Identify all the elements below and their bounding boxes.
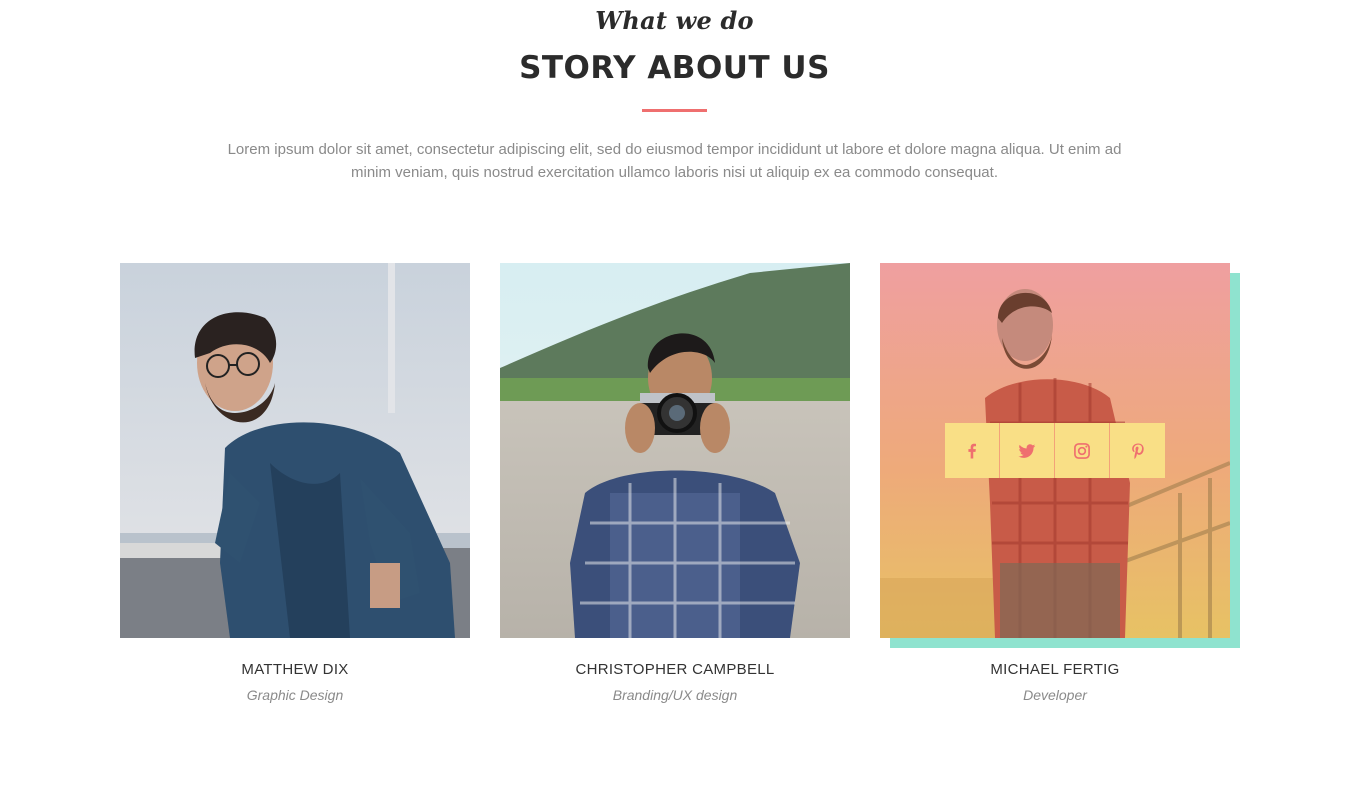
pinterest-icon: [1131, 443, 1144, 459]
pinterest-button[interactable]: [1110, 423, 1165, 478]
team-member-photo[interactable]: [500, 263, 850, 638]
team-card[interactable]: CHRISTOPHER CAMPBELL Branding/UX design: [500, 263, 850, 703]
team-photo-wrap: [120, 263, 470, 638]
team-member-photo[interactable]: [120, 263, 470, 638]
facebook-icon: [968, 443, 976, 458]
section-title: STORY ABOUT US: [519, 50, 830, 86]
team-photo-wrap: [880, 263, 1240, 648]
twitter-button[interactable]: [1000, 423, 1055, 478]
team-member-name: MICHAEL FERTIG: [990, 661, 1120, 678]
twitter-icon: [1018, 443, 1036, 458]
team-member-role: Branding/UX design: [612, 687, 738, 703]
team-card[interactable]: MATTHEW DIX Graphic Design: [120, 263, 470, 703]
section-eyebrow: What we do: [595, 6, 754, 35]
social-links: [945, 423, 1165, 478]
instagram-button[interactable]: [1055, 423, 1110, 478]
title-divider: [642, 109, 707, 112]
instagram-icon: [1074, 442, 1090, 459]
man-in-denim-shirt-photo: [120, 263, 470, 638]
team-member-name: CHRISTOPHER CAMPBELL: [575, 661, 775, 678]
team-member-role: Graphic Design: [246, 687, 344, 703]
team-photo-wrap: [500, 263, 850, 638]
team-member-name: MATTHEW DIX: [241, 661, 349, 678]
man-with-camera-photo: [500, 263, 850, 638]
team-card-active[interactable]: MICHAEL FERTIG Developer: [880, 263, 1240, 703]
facebook-button[interactable]: [945, 423, 1000, 478]
team-member-role: Developer: [1023, 687, 1087, 703]
section-intro: Lorem ipsum dolor sit amet, consectetur …: [227, 141, 1122, 181]
